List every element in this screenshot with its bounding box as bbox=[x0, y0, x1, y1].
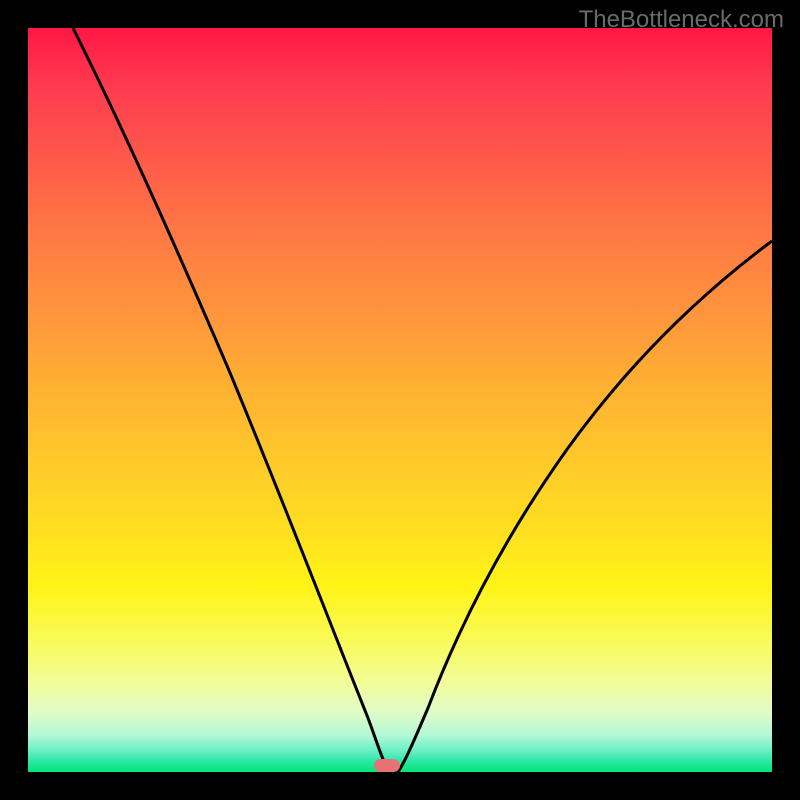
chart-curve-svg bbox=[28, 28, 772, 772]
watermark-text: TheBottleneck.com bbox=[579, 6, 784, 34]
optimal-point-marker bbox=[374, 759, 400, 772]
chart-plot-area bbox=[28, 28, 772, 772]
bottleneck-curve-path bbox=[73, 28, 772, 772]
